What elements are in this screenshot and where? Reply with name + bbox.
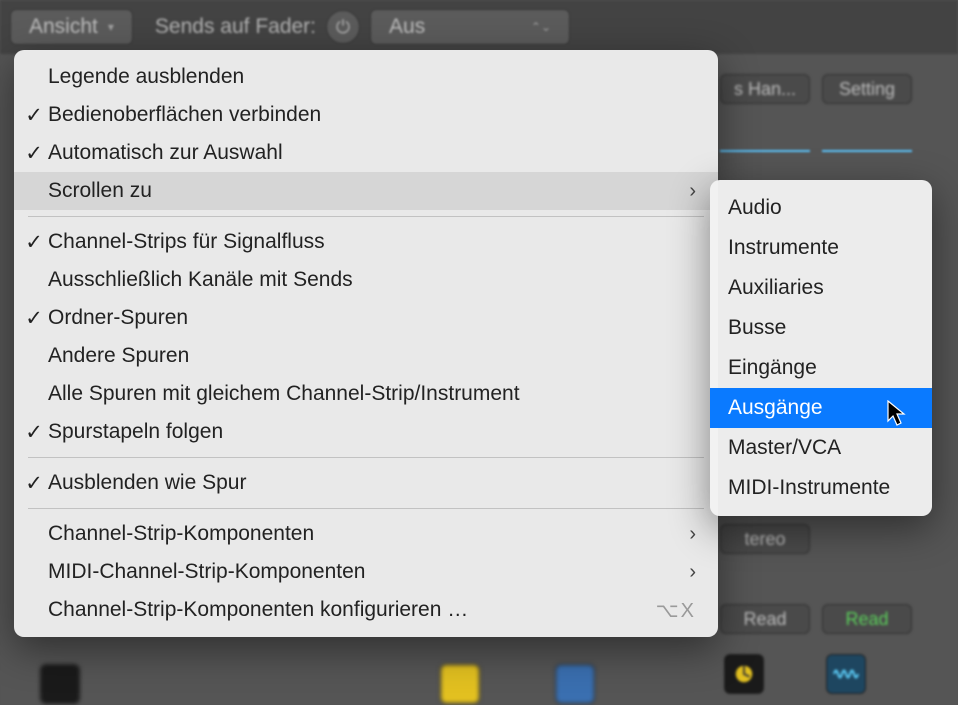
menu-item-label: Bedienoberflächen verbinden	[48, 103, 321, 127]
menu-item-ausblenden-spur[interactable]: ✓ Ausblenden wie Spur	[14, 464, 718, 502]
mixer-toolbar: Ansicht ▾ Sends auf Fader: ⏻ Aus ⌃⌄	[0, 0, 958, 54]
menu-item-scrollen-zu[interactable]: Scrollen zu ›	[14, 172, 718, 210]
menu-item-andere-spuren[interactable]: Andere Spuren	[14, 337, 718, 375]
menu-separator	[28, 216, 704, 217]
bg-icon-c	[555, 664, 595, 704]
submenu-item-label: Instrumente	[728, 236, 839, 260]
check-icon: ✓	[20, 103, 48, 128]
menu-item-label: Legende ausblenden	[48, 65, 244, 89]
menu-item-ordner-spuren[interactable]: ✓ Ordner-Spuren	[14, 299, 718, 337]
submenu-item-label: MIDI-Instrumente	[728, 476, 890, 500]
dropdown-updown-icon: ⌃⌄	[531, 20, 551, 34]
menu-item-alle-spuren[interactable]: Alle Spuren mit gleichem Channel-Strip/I…	[14, 375, 718, 413]
menu-item-legende-ausblenden[interactable]: Legende ausblenden	[14, 58, 718, 96]
submenu-item-label: Ausgänge	[728, 396, 823, 420]
view-menu-button[interactable]: Ansicht ▾	[10, 9, 133, 45]
submenu-item-master-vca[interactable]: Master/VCA	[710, 428, 932, 468]
sends-on-fader-label: Sends auf Fader:	[155, 15, 316, 39]
submenu-item-instrumente[interactable]: Instrumente	[710, 228, 932, 268]
submenu-item-midi-instrumente[interactable]: MIDI-Instrumente	[710, 468, 932, 508]
check-icon: ✓	[20, 420, 48, 445]
submenu-arrow-icon: ›	[689, 561, 696, 584]
menu-item-label: Channel-Strip-Komponenten	[48, 522, 314, 546]
bg-icon-b	[440, 664, 480, 704]
menu-item-label: Ausschließlich Kanäle mit Sends	[48, 268, 353, 292]
submenu-arrow-icon: ›	[689, 523, 696, 546]
check-icon: ✓	[20, 306, 48, 331]
menu-item-cs-komponenten[interactable]: Channel-Strip-Komponenten ›	[14, 515, 718, 553]
submenu-item-label: Master/VCA	[728, 436, 841, 460]
fader-line-2	[822, 150, 912, 152]
chip-read-1[interactable]: Read	[720, 604, 810, 634]
submenu-item-busse[interactable]: Busse	[710, 308, 932, 348]
submenu-item-ausgaenge[interactable]: Ausgänge	[710, 388, 932, 428]
menu-item-label: Channel-Strip-Komponenten konfigurieren …	[48, 598, 468, 622]
view-menu: Legende ausblenden ✓ Bedienoberflächen v…	[14, 50, 718, 637]
fader-line-1	[720, 150, 810, 152]
track-icon-2[interactable]	[826, 654, 866, 694]
check-icon: ✓	[20, 230, 48, 255]
track-icon-1[interactable]	[724, 654, 764, 694]
menu-item-label: Ordner-Spuren	[48, 306, 188, 330]
submenu-item-label: Eingänge	[728, 356, 817, 380]
check-icon: ✓	[20, 141, 48, 166]
submenu-arrow-icon: ›	[689, 180, 696, 203]
menu-separator	[28, 457, 704, 458]
sends-fader-value: Aus	[389, 15, 425, 39]
submenu-item-audio[interactable]: Audio	[710, 188, 932, 228]
submenu-item-label: Auxiliaries	[728, 276, 824, 300]
submenu-item-label: Audio	[728, 196, 782, 220]
keyboard-shortcut: ⌥X	[656, 598, 696, 623]
chip-read-2[interactable]: Read	[822, 604, 912, 634]
menu-item-label: Ausblenden wie Spur	[48, 471, 246, 495]
menu-item-bedienoberflaechen[interactable]: ✓ Bedienoberflächen verbinden	[14, 96, 718, 134]
view-menu-label: Ansicht	[29, 15, 98, 39]
menu-item-label: Alle Spuren mit gleichem Channel-Strip/I…	[48, 382, 520, 406]
chip-setting[interactable]: Setting	[822, 74, 912, 104]
menu-item-label: Scrollen zu	[48, 179, 152, 203]
submenu-item-auxiliaries[interactable]: Auxiliaries	[710, 268, 932, 308]
chevron-down-icon: ▾	[108, 20, 114, 34]
power-toggle[interactable]: ⏻	[326, 10, 360, 44]
sends-fader-dropdown[interactable]: Aus ⌃⌄	[370, 9, 570, 45]
scrollen-zu-submenu: Audio Instrumente Auxiliaries Busse Eing…	[710, 180, 932, 516]
menu-item-label: Spurstapeln folgen	[48, 420, 223, 444]
menu-item-signalfluss[interactable]: ✓ Channel-Strips für Signalfluss	[14, 223, 718, 261]
menu-item-auto-auswahl[interactable]: ✓ Automatisch zur Auswahl	[14, 134, 718, 172]
chip-stereo[interactable]: tereo	[720, 524, 810, 554]
menu-item-cs-konfigurieren[interactable]: Channel-Strip-Komponenten konfigurieren …	[14, 591, 718, 629]
menu-item-kanaele-sends[interactable]: Ausschließlich Kanäle mit Sends	[14, 261, 718, 299]
submenu-item-eingaenge[interactable]: Eingänge	[710, 348, 932, 388]
menu-item-midi-cs-komponenten[interactable]: MIDI-Channel-Strip-Komponenten ›	[14, 553, 718, 591]
chip-track[interactable]: s Han...	[720, 74, 810, 104]
menu-item-label: MIDI-Channel-Strip-Komponenten	[48, 560, 365, 584]
check-icon: ✓	[20, 471, 48, 496]
submenu-item-label: Busse	[728, 316, 786, 340]
menu-item-label: Channel-Strips für Signalfluss	[48, 230, 325, 254]
menu-separator	[28, 508, 704, 509]
menu-item-spurstapeln[interactable]: ✓ Spurstapeln folgen	[14, 413, 718, 451]
menu-item-label: Andere Spuren	[48, 344, 189, 368]
menu-item-label: Automatisch zur Auswahl	[48, 141, 283, 165]
bg-icon-a	[40, 664, 80, 704]
